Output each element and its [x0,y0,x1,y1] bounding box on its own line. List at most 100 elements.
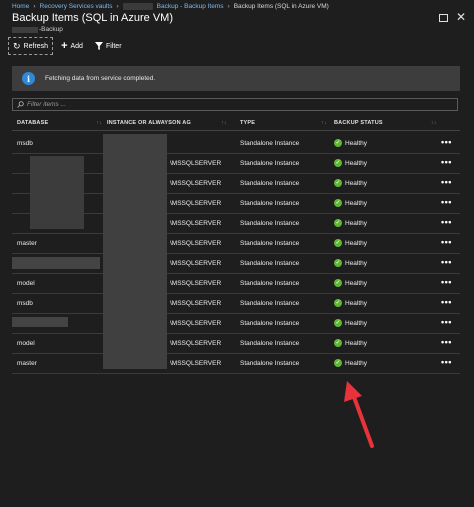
filter-label: Filter [105,42,122,50]
check-circle-icon: ✓ [334,259,342,267]
more-options-button[interactable]: ••• [441,277,452,287]
check-circle-icon: ✓ [334,279,342,287]
chevron-right-icon: › [33,2,36,10]
more-options-button[interactable]: ••• [441,217,452,227]
status-text: Healthy [345,339,368,347]
redacted-database-name [12,317,68,327]
status-text: Healthy [345,299,368,307]
check-circle-icon: ✓ [334,299,342,307]
status-text: Healthy [345,219,368,227]
more-options-button[interactable]: ••• [441,237,452,247]
cell-type: Standalone Instance [240,220,300,227]
close-icon[interactable]: ✕ [456,11,468,23]
plus-icon: + [61,39,68,52]
status-text: Healthy [345,319,368,327]
more-options-button[interactable]: ••• [441,257,452,267]
add-button[interactable]: + Add [57,37,87,55]
header-instance[interactable]: INSTANCE OR ALWAYSON AG ↑↓ [107,120,227,126]
table-row[interactable]: model \MSSQLSERVER Standalone Instance ✓ Hea… [12,334,460,354]
cell-backup-status: ✓ Healthy [334,299,367,307]
status-text: Healthy [345,179,368,187]
table-row[interactable]: \MSSQLSERVER Standalone Instance ✓ Healthy •… [12,314,460,334]
check-circle-icon: ✓ [334,219,342,227]
header-database[interactable]: DATABASE ↑↓ [17,120,102,126]
sort-icon: ↑↓ [96,120,103,126]
cell-backup-status: ✓ Healthy [334,199,367,207]
cell-database: master [17,360,37,367]
more-options-button[interactable]: ••• [441,357,452,367]
header-type[interactable]: TYPE ↑↓ [240,120,327,126]
check-circle-icon: ✓ [334,199,342,207]
filter-input[interactable] [27,101,427,108]
status-text: Healthy [345,199,368,207]
funnel-icon [94,42,103,50]
check-circle-icon: ✓ [334,339,342,347]
redacted-database-names [30,156,84,229]
breadcrumb-home[interactable]: Home [12,3,29,10]
refresh-icon: ↻ [13,40,21,51]
cell-backup-status: ✓ Healthy [334,219,367,227]
check-circle-icon: ✓ [334,139,342,147]
page-title: Backup Items (SQL in Azure VM) [12,12,173,24]
refresh-button[interactable]: ↻ Refresh [8,37,54,55]
more-options-button[interactable]: ••• [441,197,452,207]
maximize-icon[interactable] [439,14,448,22]
cell-type: Standalone Instance [240,300,300,307]
status-text: Healthy [345,279,368,287]
more-options-button[interactable]: ••• [441,157,452,167]
cell-database: model [17,280,35,287]
breadcrumb-recovery-vaults[interactable]: Recovery Services vaults [40,3,113,10]
table-row[interactable]: model \MSSQLSERVER Standalone Instance ✓ Hea… [12,274,460,294]
sort-icon: ↑↓ [220,120,227,126]
cell-backup-status: ✓ Healthy [334,359,367,367]
cell-instance: \MSSQLSERVER [170,300,222,307]
cell-type: Standalone Instance [240,200,300,207]
cell-backup-status: ✓ Healthy [334,159,367,167]
filter-box[interactable] [12,98,458,111]
breadcrumb-current: Backup Items (SQL in Azure VM) [233,2,329,10]
redacted-instance-column [103,134,167,369]
more-options-button[interactable]: ••• [441,137,452,147]
cell-database: model [17,340,35,347]
page-subtitle: -Backup [12,26,63,33]
sort-icon: ↑↓ [430,120,437,126]
check-circle-icon: ✓ [334,359,342,367]
info-icon: i [22,72,35,85]
info-message: Fetching data from service completed. [45,75,156,82]
more-options-button[interactable]: ••• [441,317,452,327]
more-options-button[interactable]: ••• [441,337,452,347]
table-row[interactable]: master \MSSQLSERVER Standalone Instance ✓ He… [12,354,460,374]
cell-instance: \MSSQLSERVER [170,340,222,347]
cell-type: Standalone Instance [240,340,300,347]
chevron-right-icon: › [227,2,230,10]
info-notification: i Fetching data from service completed. [12,66,460,91]
cell-instance: \MSSQLSERVER [170,160,222,167]
table-row[interactable]: msdb \MSSQLSERVER Standalone Instance ✓ Heal… [12,294,460,314]
table-row[interactable]: msdb Standalone Instance ✓ Healthy ••• [12,134,460,154]
add-label: Add [70,42,83,50]
status-text: Healthy [345,259,368,267]
filter-button[interactable]: Filter [91,37,126,55]
more-options-button[interactable]: ••• [441,297,452,307]
breadcrumb: Home › Recovery Services vaults › Backup… [12,1,329,11]
header-backup-status[interactable]: BACKUP STATUS ↑↓ [334,120,437,126]
refresh-label: Refresh [23,42,49,50]
toolbar: ↻ Refresh + Add Filter [8,37,126,55]
cell-backup-status: ✓ Healthy [334,139,367,147]
status-text: Healthy [345,239,368,247]
cell-instance: \MSSQLSERVER [170,180,222,187]
table-row[interactable]: master \MSSQLSERVER Standalone Instance ✓ He… [12,234,460,254]
cell-instance: \MSSQLSERVER [170,280,222,287]
subtitle-suffix: -Backup [39,26,63,33]
chevron-right-icon: › [116,2,119,10]
table-header: DATABASE ↑↓ INSTANCE OR ALWAYSON AG ↑↓ TYP… [12,116,460,131]
breadcrumb-backup-items[interactable]: Backup - Backup Items [157,3,224,10]
check-circle-icon: ✓ [334,159,342,167]
more-options-button[interactable]: ••• [441,177,452,187]
cell-instance: \MSSQLSERVER [170,260,222,267]
cell-database: msdb [17,140,33,147]
status-text: Healthy [345,159,368,167]
cell-database: master [17,240,37,247]
cell-type: Standalone Instance [240,240,300,247]
cell-backup-status: ✓ Healthy [334,239,367,247]
